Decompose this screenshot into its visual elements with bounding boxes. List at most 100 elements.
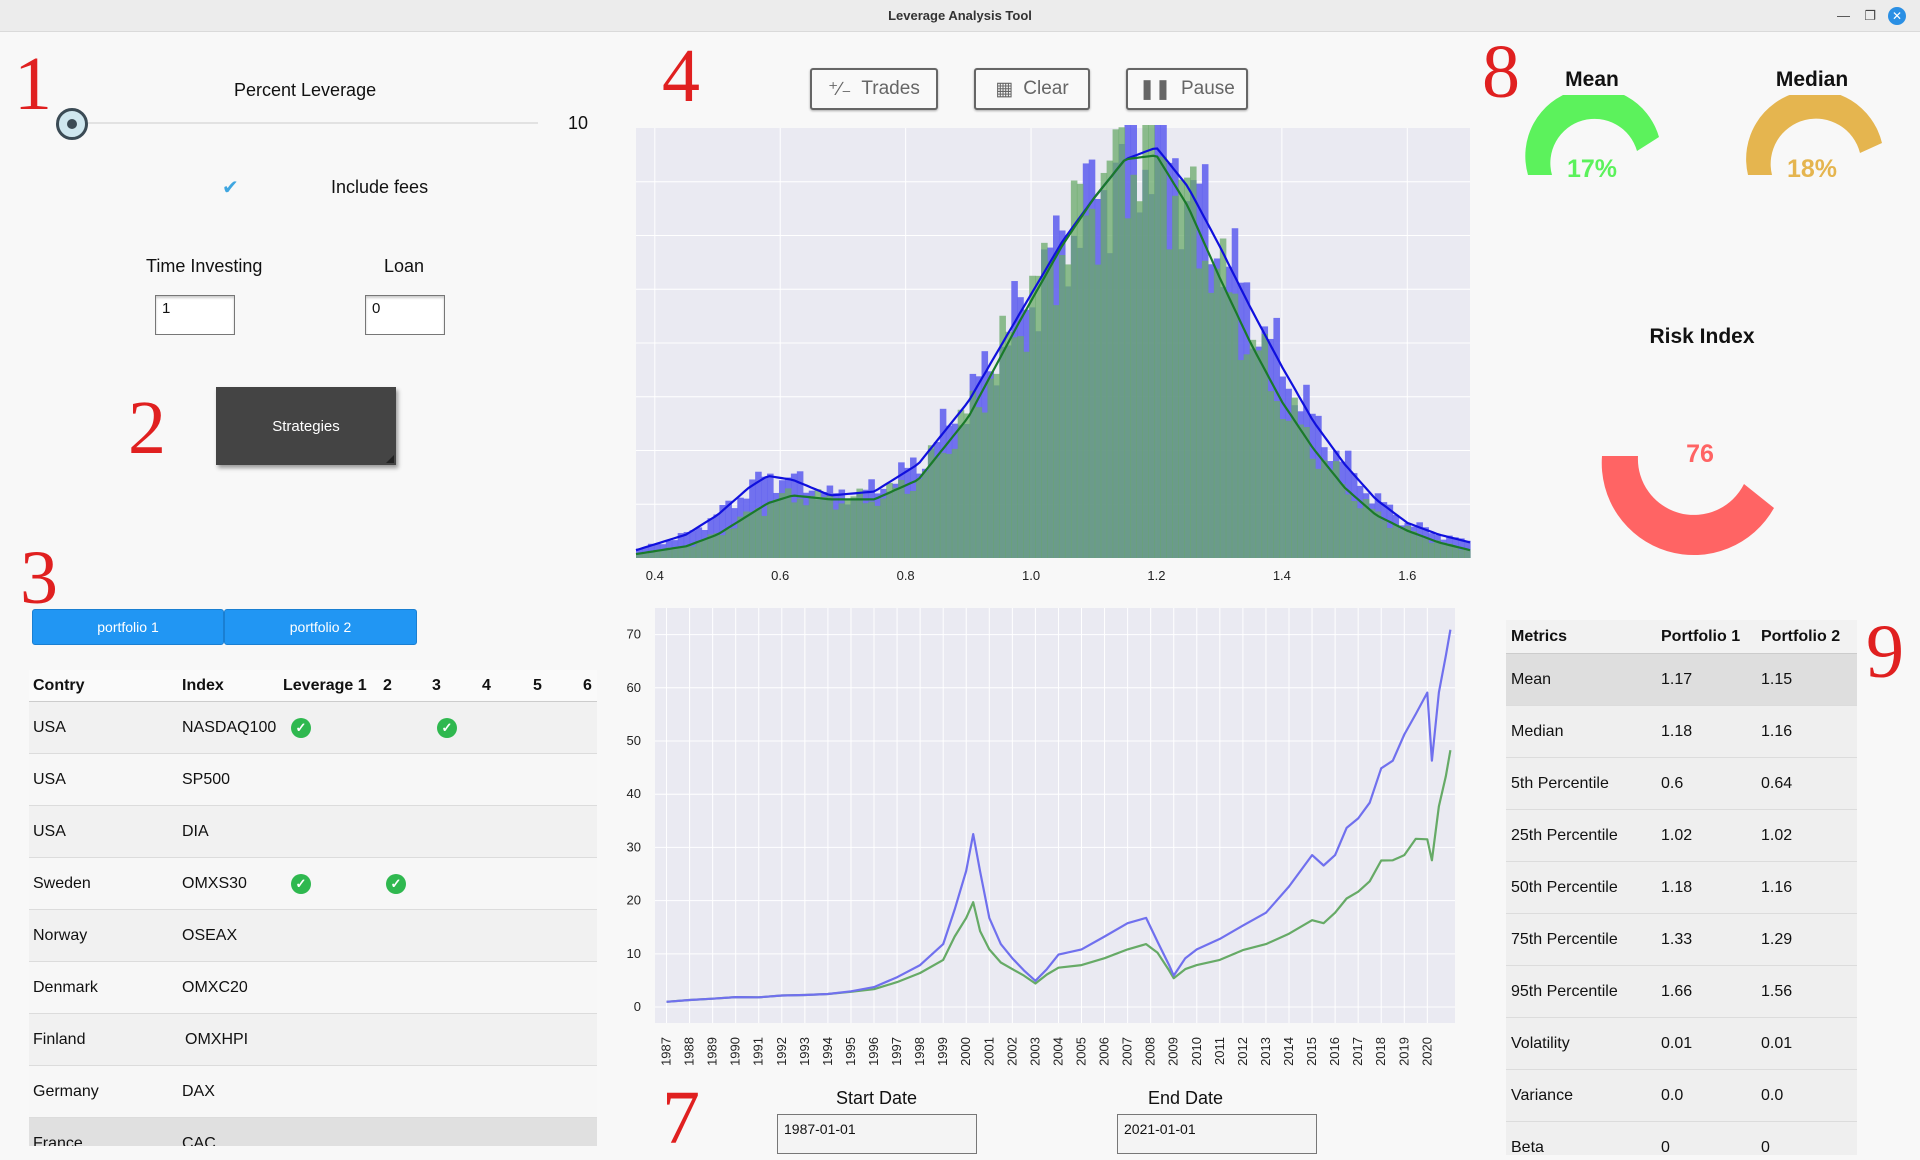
metrics-row[interactable]: Median 1.18 1.16 (1506, 706, 1857, 758)
metrics-row[interactable]: 75th Percentile 1.33 1.29 (1506, 914, 1857, 966)
header-country[interactable]: Contry (33, 677, 85, 695)
loan-label: Loan (384, 256, 425, 276)
header-index[interactable]: Index (182, 677, 224, 695)
loan-input[interactable]: 0 (365, 295, 445, 335)
metrics-table: Metrics Portfolio 1 Portfolio 2 Mean 1.1… (1506, 620, 1857, 1155)
metrics-row[interactable]: Volatility 0.01 0.01 (1506, 1018, 1857, 1070)
histogram-bar (1172, 195, 1179, 558)
histogram-bar (1076, 183, 1084, 558)
header-portfolio-2[interactable]: Portfolio 2 (1761, 628, 1840, 646)
metric-portfolio-2: 0 (1761, 1138, 1770, 1156)
start-date-input[interactable]: 1987-01-01 (777, 1114, 977, 1154)
risk-index-title: Risk Index (1649, 325, 1755, 348)
table-row[interactable]: Germany DAX (29, 1066, 597, 1118)
table-row[interactable]: USA SP500 (29, 754, 597, 806)
header-leverage-6[interactable]: 6 (583, 677, 592, 695)
header-leverage-3[interactable]: 3 (432, 677, 441, 695)
section-marker-9: 9 (1866, 610, 1904, 694)
metrics-row[interactable]: Variance 0.0 0.0 (1506, 1070, 1857, 1122)
x-tick-label: 1.2 (1147, 568, 1165, 583)
header-metrics[interactable]: Metrics (1511, 628, 1567, 646)
cell-index: OMXHPI (185, 1030, 249, 1048)
header-leverage-5[interactable]: 5 (533, 677, 542, 695)
metric-portfolio-1: 1.17 (1661, 670, 1693, 688)
cell-country: USA (33, 770, 66, 788)
pause-button[interactable]: ❚❚ Pause (1126, 68, 1248, 110)
close-icon[interactable]: ✕ (1888, 7, 1906, 25)
histogram-bar (778, 493, 786, 558)
header-leverage-1[interactable]: Leverage 1 (283, 677, 367, 695)
histogram-bar (1005, 331, 1012, 558)
metrics-row[interactable]: 50th Percentile 1.18 1.16 (1506, 862, 1857, 914)
metrics-row[interactable]: 5th Percentile 0.6 0.64 (1506, 758, 1857, 810)
table-row[interactable]: Norway OSEAX (29, 910, 597, 962)
table-row[interactable]: Denmark OMXC20 (29, 962, 597, 1014)
time-investing-input[interactable]: 1 (155, 295, 235, 335)
minimize-icon[interactable]: — (1837, 8, 1850, 23)
cell-index: OSEAX (182, 926, 238, 944)
histogram-bar (755, 508, 762, 558)
tab-portfolio-2[interactable]: portfolio 2 (224, 609, 417, 645)
histogram-bar (1398, 529, 1406, 558)
metric-portfolio-2: 0.01 (1761, 1034, 1793, 1052)
histogram-bar (933, 457, 941, 558)
mean-gauge-value: 17% (1566, 155, 1618, 183)
metrics-table-header: Metrics Portfolio 1 Portfolio 2 (1506, 620, 1857, 654)
table-row[interactable]: France CAC (29, 1118, 597, 1146)
header-portfolio-1[interactable]: Portfolio 1 (1661, 628, 1740, 646)
strategies-button-label: Strategies (272, 417, 340, 435)
cell-index: OMXS30 (182, 874, 247, 892)
percent-leverage-label: Percent Leverage (234, 80, 377, 100)
metrics-row[interactable]: Mean 1.17 1.15 (1506, 654, 1857, 706)
clear-button[interactable]: ▦ Clear (974, 68, 1090, 110)
include-fees-checkbox[interactable]: ✔ (222, 175, 239, 200)
table-row[interactable]: USA NASDAQ100 ✓ ✓ (29, 702, 597, 754)
metrics-row[interactable]: 25th Percentile 1.02 1.02 (1506, 810, 1857, 862)
table-body: USA NASDAQ100 ✓ ✓ USA SP500 USA DIA Swede… (29, 702, 597, 1146)
histogram-bar (820, 497, 828, 558)
table-row[interactable]: Finland OMXHPI (29, 1014, 597, 1066)
clear-table-icon: ▦ (995, 78, 1014, 100)
table-row[interactable]: Sweden OMXS30 ✓ ✓ (29, 858, 597, 910)
cell-country: Denmark (33, 978, 98, 996)
histogram-bar (784, 488, 792, 558)
tab-portfolio-1[interactable]: portfolio 1 (32, 609, 224, 645)
metric-name: 5th Percentile (1511, 774, 1609, 792)
x-tick-label: 1987 (659, 1037, 674, 1066)
histogram-bar (1124, 218, 1132, 558)
y-tick-label: 30 (627, 839, 641, 854)
histogram-bar (802, 505, 810, 558)
leverage-slider-track[interactable] (70, 122, 538, 124)
x-tick-label: 1988 (682, 1037, 697, 1066)
histogram-bar (1374, 511, 1382, 558)
histogram-bar (1231, 293, 1239, 558)
histogram-bar (963, 413, 971, 558)
trades-button[interactable]: ⁺∕₋ Trades (810, 68, 938, 110)
header-leverage-4[interactable]: 4 (482, 677, 491, 695)
histogram-bar (1416, 536, 1423, 558)
plus-minus-icon: ⁺∕₋ (828, 78, 852, 100)
histogram-bar (659, 550, 667, 558)
x-tick-label: 0.8 (897, 568, 915, 583)
x-tick-label: 2009 (1166, 1037, 1181, 1066)
metric-portfolio-1: 1.33 (1661, 930, 1693, 948)
cell-country: France (33, 1134, 83, 1147)
x-tick-label: 2015 (1304, 1037, 1319, 1066)
restore-icon[interactable]: ❐ (1864, 8, 1876, 24)
header-leverage-2[interactable]: 2 (383, 677, 392, 695)
x-tick-label: 2018 (1373, 1037, 1388, 1066)
histogram-bar (749, 512, 756, 558)
strategies-button[interactable]: Strategies (216, 387, 396, 465)
histogram-bar (1279, 419, 1286, 558)
x-tick-label: 2002 (1004, 1037, 1019, 1066)
metrics-row[interactable]: Beta 0 0 (1506, 1122, 1857, 1155)
end-date-input[interactable]: 2021-01-01 (1117, 1114, 1317, 1154)
x-tick-label: 2000 (958, 1037, 973, 1066)
histogram-bar (862, 503, 869, 558)
histogram-bar (1267, 391, 1275, 558)
x-tick-label: 1994 (820, 1037, 835, 1066)
leverage-slider-handle[interactable] (56, 108, 88, 140)
table-row[interactable]: USA DIA (29, 806, 597, 858)
performance-chart: 0 10 20 30 40 50 60 70 1987 1988 1989 1990 1991 1992 1… (627, 608, 1455, 1066)
metrics-row[interactable]: 95th Percentile 1.66 1.56 (1506, 966, 1857, 1018)
